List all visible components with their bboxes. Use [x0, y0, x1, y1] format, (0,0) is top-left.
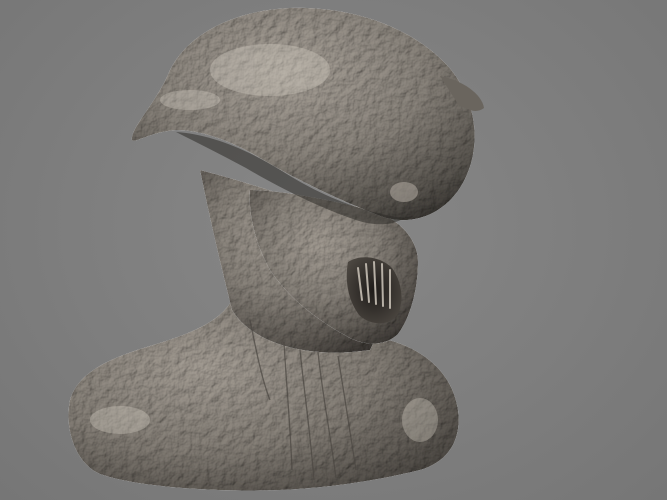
creature-bust-sculpt: [68, 7, 484, 491]
render-viewport: [0, 0, 667, 500]
brow-bump: [390, 182, 418, 202]
